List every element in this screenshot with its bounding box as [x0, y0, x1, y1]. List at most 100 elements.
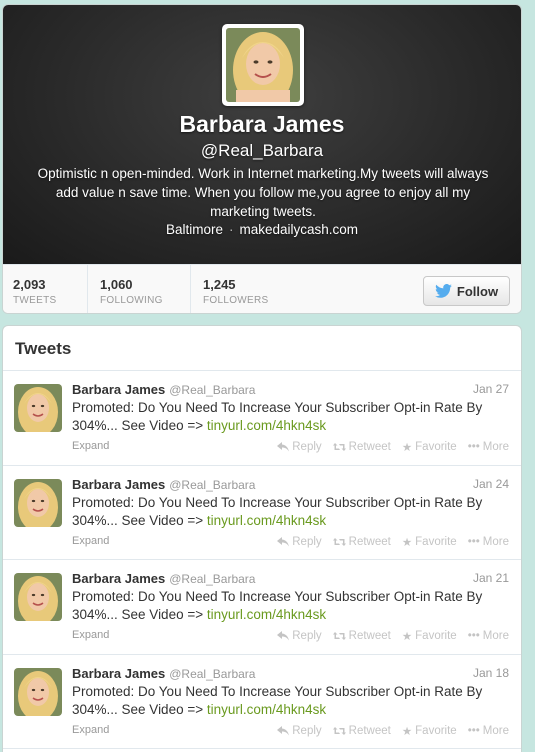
tweet-author-name: Barbara James: [72, 665, 166, 681]
reply-label: Reply: [292, 441, 322, 453]
tweet-timestamp[interactable]: Jan 27: [473, 382, 509, 396]
tweet-timestamp[interactable]: Jan 24: [473, 477, 509, 491]
reply-label: Reply: [292, 724, 322, 737]
profile-handle: @Real_Barbara: [200, 141, 324, 160]
profile-photo: [226, 28, 300, 102]
favorite-action[interactable]: ★ Favorite: [402, 629, 457, 643]
more-dots-icon: •••: [467, 724, 480, 737]
reply-action[interactable]: Reply: [277, 535, 322, 549]
retweet-label: Retweet: [348, 630, 391, 642]
stat-followers-label: FOLLOWERS: [203, 295, 269, 306]
tweet-avatar[interactable]: [14, 478, 62, 527]
tweet-author-handle: @Real_Barbara: [169, 666, 256, 681]
tweet-author-name: Barbara James: [72, 571, 166, 586]
reply-icon: [277, 536, 290, 546]
follow-button[interactable]: Follow: [423, 276, 510, 306]
tweet-author[interactable]: Barbara James @Real_Barbara: [72, 666, 255, 681]
tweet-actions: Reply Retweet ★ Favorite ••• More: [277, 629, 509, 643]
tweet-author-handle: @Real_Barbara: [169, 477, 256, 492]
tweet-timestamp[interactable]: Jan 21: [473, 571, 509, 585]
star-icon: ★: [401, 536, 413, 549]
tweet-actions: Reply Retweet ★ Favorite ••• More: [277, 535, 509, 549]
profile-card: Barbara James @Real_Barbara Optimistic n…: [2, 4, 522, 314]
stat-following[interactable]: 1,060 FOLLOWING: [87, 265, 190, 313]
stats-bar: 2,093 TWEETS 1,060 FOLLOWING 1,245 FOLLO…: [3, 264, 521, 313]
retweet-label: Retweet: [348, 724, 391, 737]
tweet-timestamp[interactable]: Jan 18: [473, 666, 509, 680]
tweet-text: Promoted: Do You Need To Increase Your S…: [72, 683, 512, 719]
profile-location: Baltimore: [165, 222, 223, 237]
more-action[interactable]: ••• More: [468, 440, 509, 454]
more-label: More: [482, 724, 509, 737]
tweet-author-handle: @Real_Barbara: [169, 383, 256, 397]
tweet-link[interactable]: tinyurl.com/4hkn4sk: [207, 418, 326, 433]
more-action[interactable]: ••• More: [468, 629, 509, 643]
favorite-action[interactable]: ★ Favorite: [402, 535, 457, 549]
tweet-author[interactable]: Barbara James @Real_Barbara: [72, 571, 255, 586]
more-action[interactable]: ••• More: [468, 535, 509, 549]
favorite-label: Favorite: [415, 535, 457, 548]
tweet-text: Promoted: Do You Need To Increase Your S…: [72, 588, 512, 624]
reply-icon: [277, 442, 290, 452]
more-label: More: [482, 441, 509, 453]
stat-tweets[interactable]: 2,093 TWEETS: [3, 265, 87, 313]
stat-following-count: 1,060: [100, 277, 133, 292]
profile-name: Barbara James: [179, 111, 345, 137]
tweet-link[interactable]: tinyurl.com/4hkn4sk: [207, 513, 326, 528]
reply-action[interactable]: Reply: [277, 629, 322, 643]
tweet-item[interactable]: Barbara James @Real_Barbara Jan 18 Promot…: [3, 655, 521, 749]
retweet-action[interactable]: Retweet: [332, 440, 391, 454]
retweet-icon: [332, 726, 346, 735]
tweet-link[interactable]: tinyurl.com/4hkn4sk: [207, 607, 326, 622]
tweet-item[interactable]: Barbara James @Real_Barbara Jan 21 Promot…: [3, 560, 521, 655]
more-action[interactable]: ••• More: [468, 724, 509, 738]
tweet-link[interactable]: tinyurl.com/4hkn4sk: [207, 702, 326, 717]
tweet-expand-link[interactable]: Expand: [72, 440, 109, 452]
favorite-action[interactable]: ★ Favorite: [402, 440, 457, 454]
tweet-author[interactable]: Barbara James @Real_Barbara: [72, 477, 255, 492]
tweet-item[interactable]: Barbara James @Real_Barbara Jan 27 Promot…: [3, 371, 521, 466]
stat-followers[interactable]: 1,245 FOLLOWERS: [190, 265, 300, 313]
tweet-author[interactable]: Barbara James @Real_Barbara: [72, 382, 255, 397]
profile-header: Barbara James @Real_Barbara Optimistic n…: [3, 5, 521, 264]
tweet-expand-link[interactable]: Expand: [72, 629, 109, 641]
profile-website-link[interactable]: makedailycash.com: [239, 222, 358, 237]
tweet-expand-link[interactable]: Expand: [72, 724, 109, 736]
retweet-icon: [332, 632, 346, 640]
tweet-text: Promoted: Do You Need To Increase Your S…: [72, 399, 512, 435]
more-dots-icon: •••: [467, 441, 480, 453]
more-label: More: [482, 630, 509, 642]
retweet-label: Retweet: [348, 535, 391, 548]
favorite-action[interactable]: ★ Favorite: [402, 724, 457, 738]
tweets-heading: Tweets: [3, 326, 521, 371]
tweet-item[interactable]: Barbara James @Real_Barbara Jan 24 Promot…: [3, 466, 521, 560]
reply-label: Reply: [292, 535, 322, 548]
location-separator: ·: [228, 222, 234, 237]
tweet-author-name: Barbara James: [72, 476, 166, 492]
tweet-avatar[interactable]: [14, 667, 62, 716]
tweet-author-handle: @Real_Barbara: [169, 572, 256, 586]
reply-action[interactable]: Reply: [277, 724, 322, 738]
retweet-action[interactable]: Retweet: [332, 535, 391, 549]
follow-button-label: Follow: [456, 283, 499, 299]
reply-icon: [277, 631, 290, 641]
favorite-label: Favorite: [415, 630, 457, 642]
reply-icon: [277, 725, 290, 735]
star-icon: ★: [401, 631, 413, 643]
tweets-card: Tweets Barbara James @Real_Barbara Jan 27…: [2, 325, 522, 752]
retweet-action[interactable]: Retweet: [332, 629, 391, 643]
tweet-author-name: Barbara James: [72, 382, 166, 397]
retweet-label: Retweet: [348, 441, 391, 453]
tweet-avatar[interactable]: [14, 573, 62, 621]
reply-label: Reply: [292, 630, 322, 642]
tweet-expand-link[interactable]: Expand: [72, 535, 109, 547]
tweet-actions: Reply Retweet ★ Favorite ••• More: [277, 724, 509, 738]
profile-avatar[interactable]: [222, 24, 304, 106]
retweet-action[interactable]: Retweet: [332, 724, 391, 738]
stat-tweets-count: 2,093: [13, 277, 46, 292]
favorite-label: Favorite: [415, 724, 457, 737]
tweet-avatar[interactable]: [14, 384, 62, 432]
reply-action[interactable]: Reply: [277, 440, 322, 454]
tweet-list: Barbara James @Real_Barbara Jan 27 Promot…: [3, 371, 521, 749]
profile-bio: Optimistic n open-minded. Work in Intern…: [37, 166, 489, 219]
